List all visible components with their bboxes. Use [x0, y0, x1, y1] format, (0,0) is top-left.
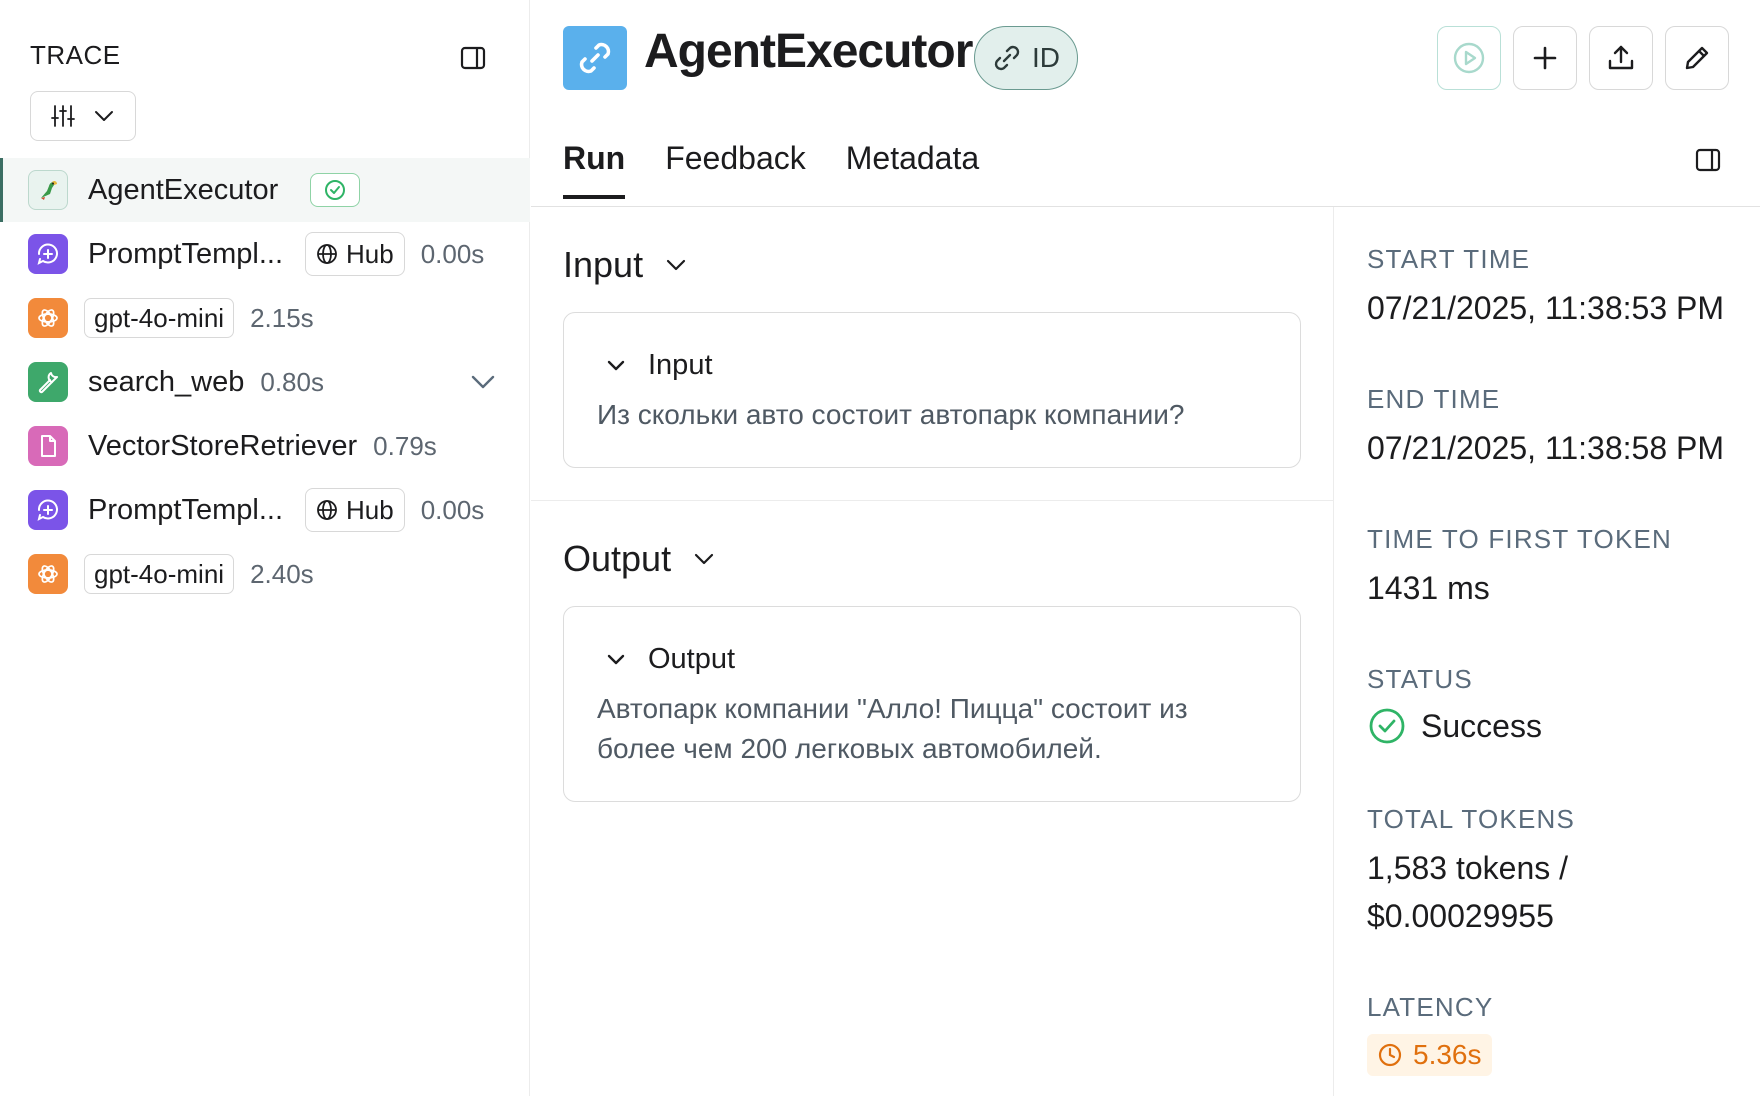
- run-row-search-web[interactable]: search_web 0.80s: [0, 350, 530, 414]
- check-circle-icon: [1369, 708, 1405, 744]
- play-circle-icon: [1453, 42, 1485, 74]
- input-text: Из скольки авто состоит автопарк компани…: [597, 399, 1185, 430]
- tab-feedback[interactable]: Feedback: [665, 140, 806, 199]
- sliders-icon: [51, 105, 75, 127]
- prompt-icon: [28, 490, 68, 530]
- start-time-label: START TIME: [1367, 244, 1531, 274]
- run-duration: 0.80s: [260, 366, 324, 397]
- total-tokens-label: TOTAL TOKENS: [1367, 804, 1576, 834]
- status-label: STATUS: [1367, 664, 1473, 694]
- chevron-down-icon: [694, 553, 714, 565]
- status-text: Success: [1421, 707, 1542, 744]
- output-section-title: Output: [563, 538, 672, 579]
- playground-button[interactable]: [1437, 26, 1501, 90]
- hub-badge[interactable]: Hub: [305, 232, 405, 276]
- edit-button[interactable]: [1665, 26, 1729, 90]
- chevron-down-icon: [607, 360, 625, 370]
- ttft-value: 1431 ms: [1367, 570, 1490, 606]
- run-name: PromptTempl...: [88, 237, 283, 270]
- run-duration: 2.15s: [250, 302, 314, 333]
- input-section-title: Input: [563, 244, 644, 285]
- model-badge: gpt-4o-mini: [84, 554, 235, 594]
- input-section-header[interactable]: Input: [563, 244, 689, 286]
- model-badge: gpt-4o-mini: [84, 298, 235, 338]
- sidebar-toggle-icon[interactable]: [458, 43, 488, 73]
- total-tokens-value: 1,583 tokens /: [1367, 850, 1569, 886]
- copy-id-button[interactable]: ID: [974, 26, 1078, 90]
- section-divider: [531, 500, 1333, 501]
- start-time-value: 07/21/2025, 11:38:53 PM: [1367, 290, 1725, 326]
- add-button[interactable]: [1513, 26, 1577, 90]
- chevron-down-icon: [607, 654, 625, 664]
- latency-badge: 5.36s: [1367, 1034, 1492, 1076]
- run-duration: 2.40s: [250, 558, 314, 589]
- run-row-vectorstoreretriever[interactable]: VectorStoreRetriever 0.79s: [0, 414, 530, 478]
- latency-value: 5.36s: [1413, 1039, 1482, 1070]
- hub-label: Hub: [346, 238, 394, 269]
- tabs-divider: [531, 206, 1760, 207]
- run-duration: 0.79s: [373, 430, 437, 461]
- run-name: search_web: [88, 365, 245, 398]
- tab-metadata[interactable]: Metadata: [846, 140, 979, 199]
- details-panel-toggle-icon[interactable]: [1693, 145, 1723, 175]
- check-circle-icon: [325, 180, 346, 200]
- details-divider: [1333, 207, 1334, 1096]
- output-section-header[interactable]: Output: [563, 538, 717, 580]
- chevron-down-icon: [95, 111, 113, 121]
- status-value: Success: [1367, 706, 1542, 746]
- run-row-agentexecutor[interactable]: AgentExecutor: [0, 158, 530, 222]
- filter-button[interactable]: [30, 91, 136, 141]
- output-card: Output Автопарк компании "Алло! Пицца" с…: [563, 606, 1301, 802]
- id-label: ID: [1032, 42, 1060, 73]
- globe-icon: [317, 244, 337, 264]
- run-name: AgentExecutor: [88, 173, 279, 206]
- tab-run[interactable]: Run: [563, 140, 626, 199]
- prompt-icon: [28, 234, 68, 274]
- end-time-value: 07/21/2025, 11:38:58 PM: [1367, 430, 1725, 466]
- hub-label: Hub: [346, 494, 394, 525]
- output-card-title: Output: [648, 643, 736, 675]
- page-title: AgentExecutor: [644, 25, 973, 78]
- upload-icon: [1608, 45, 1634, 70]
- run-duration: 0.00s: [420, 238, 485, 269]
- link-icon: [994, 45, 1020, 71]
- latency-label: LATENCY: [1367, 992, 1494, 1022]
- input-card-header[interactable]: Input: [604, 349, 713, 382]
- tab-bar: Run Feedback Metadata: [563, 140, 979, 199]
- plus-icon: [1533, 46, 1557, 70]
- chevron-down-icon[interactable]: [470, 370, 496, 399]
- output-card-header[interactable]: Output: [604, 643, 735, 676]
- end-time-label: END TIME: [1367, 384, 1501, 414]
- document-icon: [28, 426, 68, 466]
- run-name: PromptTempl...: [88, 493, 283, 526]
- run-row-gpt-4o-mini[interactable]: gpt-4o-mini 2.40s: [0, 542, 530, 606]
- share-button[interactable]: [1589, 26, 1653, 90]
- clock-icon: [1378, 1043, 1402, 1067]
- chevron-down-icon: [666, 259, 686, 271]
- input-card-title: Input: [648, 349, 713, 381]
- ttft-label: TIME TO FIRST TOKEN: [1367, 524, 1673, 554]
- run-tree: AgentExecutor PromptTempl... Hub 0.00s g…: [0, 158, 530, 606]
- run-row-prompttemplate[interactable]: PromptTempl... Hub 0.00s: [0, 222, 530, 286]
- link-icon: [563, 26, 627, 90]
- output-text: Автопарк компании "Алло! Пицца" состоит …: [597, 693, 1188, 764]
- run-name: VectorStoreRetriever: [88, 429, 358, 462]
- openai-icon: [28, 298, 68, 338]
- success-badge: [310, 173, 361, 207]
- trace-header: TRACE: [30, 40, 121, 70]
- trace-panel: TRACE AgentExecutor PromptTempl... Hub 0…: [0, 0, 530, 1096]
- input-card: Input Из скольки авто состоит автопарк к…: [563, 312, 1301, 468]
- openai-icon: [28, 554, 68, 594]
- total-cost-value: $0.00029955: [1367, 898, 1554, 934]
- globe-icon: [317, 500, 337, 520]
- hub-badge[interactable]: Hub: [305, 488, 405, 532]
- run-duration: 0.00s: [420, 494, 485, 525]
- wrench-icon: [28, 362, 68, 402]
- run-row-prompttemplate[interactable]: PromptTempl... Hub 0.00s: [0, 478, 530, 542]
- pencil-icon: [1685, 46, 1709, 70]
- parrot-icon: [28, 170, 68, 210]
- run-row-gpt-4o-mini[interactable]: gpt-4o-mini 2.15s: [0, 286, 530, 350]
